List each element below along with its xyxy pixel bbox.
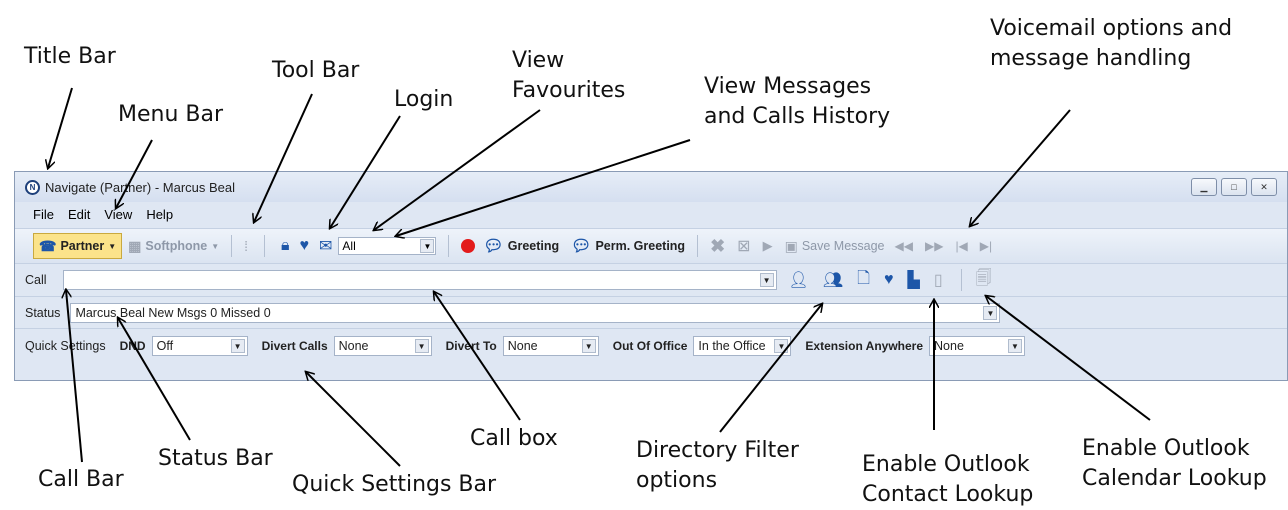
- arrow-menu-bar: [116, 139, 153, 208]
- arrow-title-bar: [48, 87, 73, 168]
- arrow-tool-bar: [254, 93, 313, 222]
- arrow-directory-filter: [719, 304, 822, 433]
- arrow-view-messages: [396, 139, 691, 236]
- arrow-call-bar: [66, 290, 83, 463]
- arrow-outlook-calendar: [986, 296, 1151, 421]
- arrow-view-favourites: [374, 109, 541, 230]
- arrow-quick-settings-bar: [306, 372, 401, 467]
- arrow-voicemail: [970, 109, 1071, 226]
- arrow-call-box: [434, 292, 521, 421]
- arrow-status-bar: [118, 318, 191, 441]
- annotation-arrows: [0, 87, 1151, 467]
- arrow-login: [330, 115, 401, 228]
